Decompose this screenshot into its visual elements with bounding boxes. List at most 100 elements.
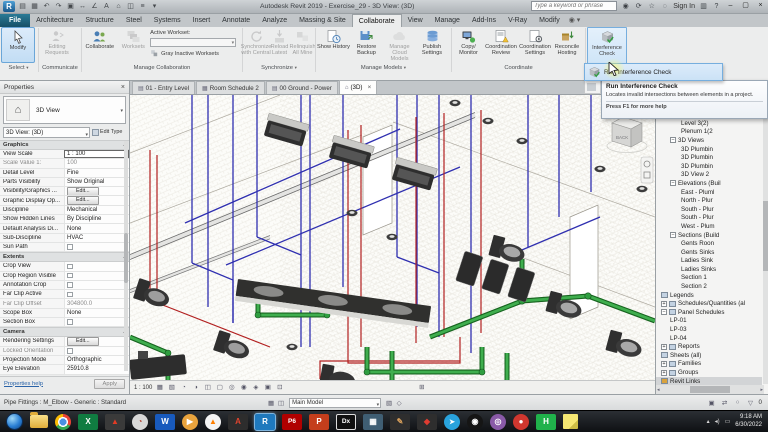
synchronize-with-central-button[interactable]: Synchronize with Central (244, 27, 268, 61)
show-history-button[interactable]: Show History (317, 27, 350, 61)
tab-vray[interactable]: V-Ray (502, 14, 533, 27)
edit-button[interactable]: Edit... (67, 337, 99, 345)
expand-icon[interactable]: + (661, 301, 667, 307)
browser-item[interactable]: +Schedules/Quantities (al (656, 299, 762, 308)
default-3d-view-icon[interactable]: ⌂ (114, 1, 123, 12)
sign-in-link[interactable]: Sign In (673, 3, 695, 10)
temporary-hide-isolate-icon[interactable]: ◎ (227, 383, 236, 393)
property-row[interactable]: Default Analysis Di...None (0, 224, 129, 233)
revit-app-menu[interactable]: R (3, 1, 15, 12)
browser-item[interactable]: Sheets (all) (656, 351, 762, 360)
browser-item[interactable]: North - Plur (656, 196, 762, 205)
property-row[interactable]: Rendering SettingsEdit... (0, 337, 129, 346)
editing-requests-button[interactable]: Editing Requests (40, 27, 74, 61)
section-camera[interactable]: Camera▴ (0, 327, 129, 337)
search-icon[interactable]: ◉ (621, 2, 630, 10)
checkbox[interactable] (67, 348, 73, 354)
browser-item[interactable]: Ladies Sink (656, 257, 762, 266)
collapse-icon[interactable]: − (670, 137, 676, 143)
property-row[interactable]: Far Clip Offset304800.0 (0, 299, 129, 308)
property-row[interactable]: Sun Path (0, 243, 129, 252)
browser-item[interactable]: 3D Plumbin (656, 162, 762, 171)
keyboard-tray-icon[interactable]: ▭ (725, 418, 731, 425)
relinquish-all-mine-button[interactable]: Relinquish All Mine (291, 27, 314, 61)
worksharing-display-icon[interactable]: ▣ (263, 383, 272, 393)
browser-item[interactable]: +Reports (656, 342, 762, 351)
scroll-left-icon[interactable]: ◂ (657, 387, 660, 393)
property-row[interactable]: Locked Orientation (0, 347, 129, 356)
property-row[interactable]: DisciplineMechanical (0, 206, 129, 215)
group-synchronize[interactable]: Synchronize ▾ (244, 63, 314, 73)
coordination-review-button[interactable]: Coordination Review (484, 27, 518, 61)
selection-box-icon[interactable]: ⊞ (417, 383, 426, 393)
view-tab-3d[interactable]: ⌂(3D)× (339, 80, 377, 94)
minimize-button[interactable]: – (725, 1, 736, 11)
shadows-icon[interactable]: ◑ (191, 383, 200, 393)
checkbox[interactable] (67, 282, 73, 288)
tab-add-ins[interactable]: Add-Ins (466, 14, 502, 27)
thin-lines-icon[interactable]: ≡ (138, 1, 147, 12)
coordination-settings-button[interactable]: Coordination Settings (518, 27, 552, 61)
expand-icon[interactable]: + (661, 344, 667, 350)
visual-style-icon[interactable]: ▧ (167, 383, 176, 393)
powerpoint-icon[interactable]: P (309, 414, 329, 430)
acrobat-icon[interactable]: ▲ (105, 414, 125, 430)
browser-item[interactable]: Gents Roon (656, 239, 762, 248)
property-row[interactable]: Crop View (0, 262, 129, 271)
tab-modify[interactable]: Modify (533, 14, 566, 27)
property-row[interactable]: Projection ModeOrthographic (0, 356, 129, 365)
browser-horizontal-scrollbar[interactable]: ◂▸ (656, 385, 764, 394)
reveal-hidden-icon[interactable]: ◉ (239, 383, 248, 393)
tab-massing-site[interactable]: Massing & Site (293, 14, 352, 27)
scroll-right-icon[interactable]: ▸ (760, 387, 763, 393)
redo-icon[interactable]: ↷ (54, 1, 63, 12)
active-workset-dropdown[interactable]: ▾ (150, 38, 236, 47)
browser-item[interactable]: 3D Plumbin (656, 145, 762, 154)
file-explorer-icon[interactable] (30, 415, 48, 428)
print-icon[interactable]: ▣ (66, 1, 75, 12)
editable-only-icon[interactable]: ▧ (384, 399, 394, 407)
constraints-icon[interactable]: ⊡ (275, 383, 284, 393)
publish-settings-button[interactable]: Publish Settings (416, 27, 448, 61)
browser-item[interactable]: West - Plum (656, 222, 762, 231)
collaborate-button[interactable]: Collaborate (83, 27, 117, 61)
press-drag-icon[interactable]: ⇄ (720, 399, 730, 407)
type-selector[interactable]: ⌂ 3D View ▾ (3, 96, 126, 124)
tab-annotate[interactable]: Annotate (216, 14, 256, 27)
sun-path-icon[interactable]: ◔ (179, 383, 188, 393)
navigation-bar[interactable] (641, 157, 653, 183)
property-row[interactable]: Show Hidden LinesBy Discipline (0, 215, 129, 224)
property-row[interactable]: Sub-DisciplineHVAC (0, 234, 129, 243)
start-button[interactable] (6, 413, 23, 430)
property-row[interactable]: Visibility/Graphics ...Edit... (0, 187, 129, 196)
customize-qat-icon[interactable]: ▾ (150, 1, 159, 12)
view-tab-room-schedule[interactable]: ▦Room Schedule 2 (196, 81, 265, 94)
browser-item[interactable]: Gents Sinks (656, 248, 762, 257)
view-tab-ground-power[interactable]: ▤00 Ground - Power (266, 81, 338, 94)
open-icon[interactable]: ▤ (18, 1, 27, 12)
property-row[interactable]: View Scale1 : 100 (0, 150, 129, 159)
browser-item[interactable]: Ladies Sinks (656, 265, 762, 274)
properties-scrollbar[interactable] (124, 141, 128, 371)
search-input[interactable] (531, 1, 617, 11)
tab-steel[interactable]: Steel (120, 14, 148, 27)
filter-icon[interactable]: ▽ (746, 399, 756, 407)
detail-level-icon[interactable]: ▦ (155, 383, 164, 393)
aligned-dimension-icon[interactable]: ∠ (90, 1, 99, 12)
expand-icon[interactable]: + (661, 370, 667, 376)
manage-cloud-models-button[interactable]: Manage Cloud Models (383, 27, 416, 61)
expand-icon[interactable]: + (661, 361, 667, 367)
browser-item[interactable]: East - Pluml (656, 188, 762, 197)
collapse-icon[interactable]: − (661, 309, 667, 315)
cart-icon[interactable]: ▥ (699, 2, 708, 10)
interference-check-button[interactable]: Interference Check (587, 27, 627, 64)
copy-monitor-button[interactable]: Copy/ Monitor (453, 27, 484, 61)
text-icon[interactable]: A (102, 1, 111, 12)
property-row[interactable]: Eye Elevation25910.8 (0, 365, 129, 374)
menu-item-partial[interactable] (584, 81, 601, 94)
maximize-button[interactable]: ▢ (740, 1, 751, 11)
dx-icon[interactable]: Dx (336, 414, 356, 430)
paint-icon[interactable]: ◔ (132, 414, 148, 430)
browser-scrollbar[interactable] (763, 81, 768, 384)
crop-region-icon[interactable]: ▢ (215, 383, 224, 393)
